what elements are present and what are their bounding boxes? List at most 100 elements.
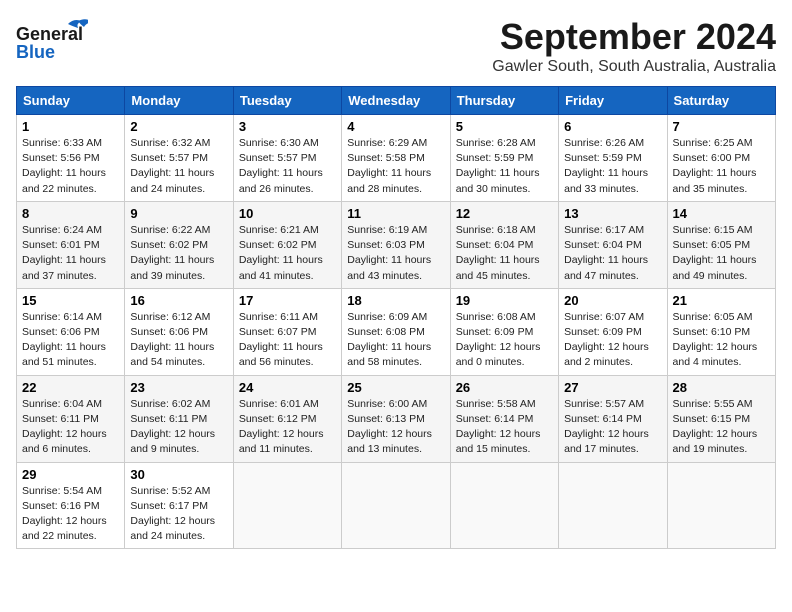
table-row: 27 Sunrise: 5:57 AMSunset: 6:14 PMDayligh… xyxy=(559,375,667,462)
title-block: September 2024 Gawler South, South Austr… xyxy=(492,16,776,76)
day-info: Sunrise: 6:26 AMSunset: 5:59 PMDaylight:… xyxy=(564,136,661,197)
day-number: 17 xyxy=(239,293,336,308)
table-row: 13Sunrise: 6:17 AMSunset: 6:04 PMDayligh… xyxy=(559,201,667,288)
table-row: 20 Sunrise: 6:07 AMSunset: 6:09 PMDayligh… xyxy=(559,288,667,375)
table-row: 23 Sunrise: 6:02 AMSunset: 6:11 PMDayligh… xyxy=(125,375,233,462)
calendar-header-row: SundayMondayTuesdayWednesdayThursdayFrid… xyxy=(17,87,776,115)
calendar-table: SundayMondayTuesdayWednesdayThursdayFrid… xyxy=(16,86,776,549)
calendar-header-wednesday: Wednesday xyxy=(342,87,450,115)
day-info: Sunrise: 5:57 AMSunset: 6:14 PMDaylight:… xyxy=(564,397,661,458)
calendar-header-saturday: Saturday xyxy=(667,87,775,115)
day-number: 26 xyxy=(456,380,553,395)
logo-icon: General Blue xyxy=(16,16,88,68)
svg-text:General: General xyxy=(16,24,83,44)
day-number: 15 xyxy=(22,293,119,308)
day-number: 25 xyxy=(347,380,444,395)
calendar-week-row: 1 Sunrise: 6:33 AMSunset: 5:56 PMDaylight… xyxy=(17,115,776,202)
table-row xyxy=(233,462,341,549)
table-row: 15 Sunrise: 6:14 AMSunset: 6:06 PMDayligh… xyxy=(17,288,125,375)
day-info: Sunrise: 6:30 AMSunset: 5:57 PMDaylight:… xyxy=(239,136,336,197)
calendar-week-row: 15 Sunrise: 6:14 AMSunset: 6:06 PMDayligh… xyxy=(17,288,776,375)
table-row: 30 Sunrise: 5:52 AMSunset: 6:17 PMDayligh… xyxy=(125,462,233,549)
day-number: 10 xyxy=(239,206,336,221)
day-info: Sunrise: 6:21 AMSunset: 6:02 PMDaylight:… xyxy=(239,223,336,284)
day-info: Sunrise: 6:24 AMSunset: 6:01 PMDaylight:… xyxy=(22,223,119,284)
day-info: Sunrise: 6:14 AMSunset: 6:06 PMDaylight:… xyxy=(22,310,119,371)
day-info: Sunrise: 6:19 AMSunset: 6:03 PMDaylight:… xyxy=(347,223,444,284)
day-number: 7 xyxy=(673,119,770,134)
table-row xyxy=(559,462,667,549)
table-row: 1 Sunrise: 6:33 AMSunset: 5:56 PMDaylight… xyxy=(17,115,125,202)
day-number: 30 xyxy=(130,467,227,482)
calendar-header-friday: Friday xyxy=(559,87,667,115)
day-info: Sunrise: 6:05 AMSunset: 6:10 PMDaylight:… xyxy=(673,310,770,371)
table-row: 29 Sunrise: 5:54 AMSunset: 6:16 PMDayligh… xyxy=(17,462,125,549)
day-number: 8 xyxy=(22,206,119,221)
table-row: 16 Sunrise: 6:12 AMSunset: 6:06 PMDayligh… xyxy=(125,288,233,375)
day-number: 2 xyxy=(130,119,227,134)
day-number: 18 xyxy=(347,293,444,308)
location-title: Gawler South, South Australia, Australia xyxy=(492,58,776,76)
day-info: Sunrise: 6:32 AMSunset: 5:57 PMDaylight:… xyxy=(130,136,227,197)
day-info: Sunrise: 6:15 AMSunset: 6:05 PMDaylight:… xyxy=(673,223,770,284)
table-row: 22Sunrise: 6:04 AMSunset: 6:11 PMDayligh… xyxy=(17,375,125,462)
day-info: Sunrise: 5:58 AMSunset: 6:14 PMDaylight:… xyxy=(456,397,553,458)
table-row: 25 Sunrise: 6:00 AMSunset: 6:13 PMDayligh… xyxy=(342,375,450,462)
day-info: Sunrise: 6:28 AMSunset: 5:59 PMDaylight:… xyxy=(456,136,553,197)
day-number: 6 xyxy=(564,119,661,134)
day-number: 13 xyxy=(564,206,661,221)
table-row: 14 Sunrise: 6:15 AMSunset: 6:05 PMDayligh… xyxy=(667,201,775,288)
calendar-header-monday: Monday xyxy=(125,87,233,115)
day-number: 11 xyxy=(347,206,444,221)
table-row: 18 Sunrise: 6:09 AMSunset: 6:08 PMDayligh… xyxy=(342,288,450,375)
day-info: Sunrise: 6:09 AMSunset: 6:08 PMDaylight:… xyxy=(347,310,444,371)
day-info: Sunrise: 6:12 AMSunset: 6:06 PMDaylight:… xyxy=(130,310,227,371)
day-number: 24 xyxy=(239,380,336,395)
table-row xyxy=(450,462,558,549)
day-info: Sunrise: 6:01 AMSunset: 6:12 PMDaylight:… xyxy=(239,397,336,458)
table-row: 11 Sunrise: 6:19 AMSunset: 6:03 PMDayligh… xyxy=(342,201,450,288)
day-info: Sunrise: 6:07 AMSunset: 6:09 PMDaylight:… xyxy=(564,310,661,371)
day-info: Sunrise: 6:08 AMSunset: 6:09 PMDaylight:… xyxy=(456,310,553,371)
calendar-header-thursday: Thursday xyxy=(450,87,558,115)
table-row: 5 Sunrise: 6:28 AMSunset: 5:59 PMDaylight… xyxy=(450,115,558,202)
page-header: General Blue September 2024 Gawler South… xyxy=(16,16,776,76)
day-number: 1 xyxy=(22,119,119,134)
day-info: Sunrise: 5:55 AMSunset: 6:15 PMDaylight:… xyxy=(673,397,770,458)
svg-text:Blue: Blue xyxy=(16,42,55,62)
day-number: 29 xyxy=(22,467,119,482)
table-row: 19 Sunrise: 6:08 AMSunset: 6:09 PMDayligh… xyxy=(450,288,558,375)
table-row: 26 Sunrise: 5:58 AMSunset: 6:14 PMDayligh… xyxy=(450,375,558,462)
day-number: 27 xyxy=(564,380,661,395)
calendar-week-row: 29 Sunrise: 5:54 AMSunset: 6:16 PMDayligh… xyxy=(17,462,776,549)
table-row: 10 Sunrise: 6:21 AMSunset: 6:02 PMDayligh… xyxy=(233,201,341,288)
table-row: 9Sunrise: 6:22 AMSunset: 6:02 PMDaylight… xyxy=(125,201,233,288)
day-info: Sunrise: 5:54 AMSunset: 6:16 PMDaylight:… xyxy=(22,484,119,545)
day-info: Sunrise: 6:00 AMSunset: 6:13 PMDaylight:… xyxy=(347,397,444,458)
day-number: 16 xyxy=(130,293,227,308)
day-number: 14 xyxy=(673,206,770,221)
day-number: 23 xyxy=(130,380,227,395)
table-row: 8 Sunrise: 6:24 AMSunset: 6:01 PMDaylight… xyxy=(17,201,125,288)
table-row: 17Sunrise: 6:11 AMSunset: 6:07 PMDayligh… xyxy=(233,288,341,375)
day-number: 12 xyxy=(456,206,553,221)
day-number: 22 xyxy=(22,380,119,395)
table-row: 7 Sunrise: 6:25 AMSunset: 6:00 PMDaylight… xyxy=(667,115,775,202)
calendar-header-sunday: Sunday xyxy=(17,87,125,115)
calendar-week-row: 22Sunrise: 6:04 AMSunset: 6:11 PMDayligh… xyxy=(17,375,776,462)
day-info: Sunrise: 5:52 AMSunset: 6:17 PMDaylight:… xyxy=(130,484,227,545)
table-row: 28 Sunrise: 5:55 AMSunset: 6:15 PMDayligh… xyxy=(667,375,775,462)
day-number: 28 xyxy=(673,380,770,395)
day-number: 21 xyxy=(673,293,770,308)
day-info: Sunrise: 6:33 AMSunset: 5:56 PMDaylight:… xyxy=(22,136,119,197)
day-info: Sunrise: 6:22 AMSunset: 6:02 PMDaylight:… xyxy=(130,223,227,284)
day-info: Sunrise: 6:29 AMSunset: 5:58 PMDaylight:… xyxy=(347,136,444,197)
day-number: 20 xyxy=(564,293,661,308)
day-info: Sunrise: 6:02 AMSunset: 6:11 PMDaylight:… xyxy=(130,397,227,458)
day-number: 4 xyxy=(347,119,444,134)
logo: General Blue xyxy=(16,16,90,68)
month-title: September 2024 xyxy=(492,16,776,58)
day-info: Sunrise: 6:25 AMSunset: 6:00 PMDaylight:… xyxy=(673,136,770,197)
day-number: 19 xyxy=(456,293,553,308)
day-number: 5 xyxy=(456,119,553,134)
